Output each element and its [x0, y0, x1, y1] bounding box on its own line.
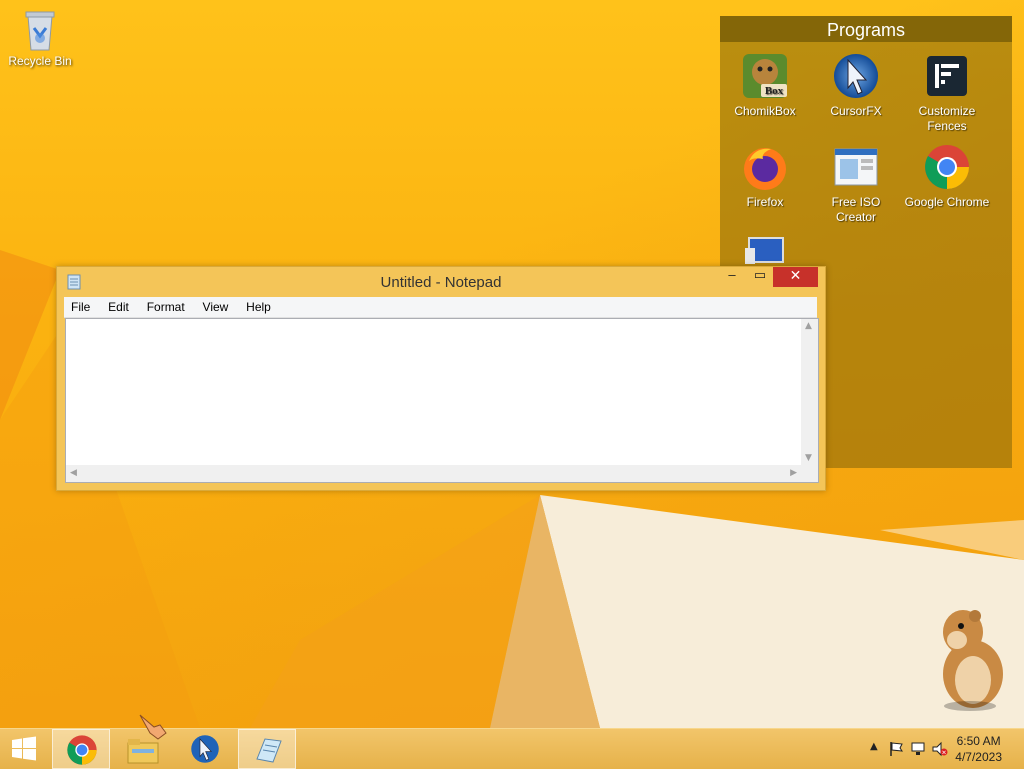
text-editor-area[interactable]: ▲ ▼ ◀ ▶	[65, 318, 819, 483]
minimize-button[interactable]: ‒	[719, 267, 745, 287]
vertical-scrollbar[interactable]: ▲ ▼	[801, 319, 818, 465]
fence-item-label: ChomikBox	[734, 104, 796, 118]
recycle-bin-icon	[20, 8, 60, 52]
desktop-icon-recycle-bin[interactable]: Recycle Bin	[0, 8, 80, 68]
svg-text:Box: Box	[765, 85, 784, 97]
fence-item-label: Google Chrome	[904, 195, 990, 209]
maximize-button[interactable]: ▭	[747, 267, 773, 287]
hand-cursor-icon	[139, 714, 167, 740]
fence-item-chomikbox[interactable]: Box ChomikBox	[721, 52, 809, 119]
fence-item-customize-fences[interactable]: Customize Fences	[903, 52, 991, 134]
taskbar-file-explorer[interactable]	[114, 714, 172, 769]
taskbar-cursorfx[interactable]	[176, 729, 234, 769]
fence-item-label: Customize Fences	[918, 104, 976, 133]
cursorfx-icon	[832, 52, 880, 100]
chomikbox-icon: Box	[741, 52, 789, 100]
svg-text:✕: ✕	[941, 750, 946, 757]
taskbar-notepad[interactable]	[238, 729, 296, 769]
windows-logo-icon	[12, 736, 36, 761]
clock-date: 4/7/2023	[955, 750, 1002, 764]
volume-muted-icon[interactable]: ✕	[932, 741, 948, 757]
notepad-icon	[256, 738, 282, 763]
fence-item-free-iso-creator[interactable]: Free ISO Creator	[812, 143, 900, 225]
free-iso-creator-icon	[832, 143, 880, 191]
fence-item-label: CursorFX	[830, 104, 882, 118]
close-button[interactable]: ✕	[773, 267, 818, 287]
menu-format[interactable]: Format	[140, 297, 192, 317]
menu-help[interactable]: Help	[239, 297, 278, 317]
menu-file[interactable]: File	[64, 297, 97, 317]
fence-item-google-chrome[interactable]: Google Chrome	[903, 143, 991, 210]
show-hidden-icons-chevron-icon[interactable]: ▲	[870, 741, 878, 752]
notepad-window[interactable]: Untitled - Notepad ‒ ▭ ✕ File Edit Forma…	[56, 266, 826, 491]
desktop: Recycle Bin Programs Box ChomikBox Curso…	[0, 0, 1024, 728]
fence-item-monitor[interactable]	[721, 234, 809, 268]
fences-icon	[923, 52, 971, 100]
network-icon[interactable]	[910, 741, 926, 757]
fence-item-cursorfx[interactable]: CursorFX	[812, 52, 900, 119]
menu-view[interactable]: View	[196, 297, 236, 317]
action-center-flag-icon[interactable]	[888, 741, 904, 757]
window-title: Untitled - Notepad	[380, 274, 502, 291]
system-tray: ▲ ✕ 6:50 AM 4/7/2023	[844, 729, 1024, 769]
fence-item-firefox[interactable]: Firefox	[721, 143, 809, 210]
monitor-icon	[741, 234, 789, 264]
clock-time: 6:50 AM	[956, 734, 1001, 748]
scroll-up-icon[interactable]: ▲	[805, 321, 812, 331]
menu-bar: File Edit Format View Help	[64, 297, 817, 318]
taskbar: ▲ ✕ 6:50 AM 4/7/2023	[0, 714, 1024, 769]
scroll-down-icon[interactable]: ▼	[805, 453, 812, 463]
firefox-icon	[741, 143, 789, 191]
chrome-icon	[923, 143, 971, 191]
horizontal-scrollbar[interactable]: ◀ ▶	[66, 465, 801, 482]
notepad-title-bar[interactable]: Untitled - Notepad ‒ ▭ ✕	[57, 267, 825, 297]
start-button[interactable]	[0, 729, 48, 769]
hamster-mascot	[943, 610, 1003, 711]
clock[interactable]: 6:50 AM 4/7/2023	[955, 733, 1002, 765]
fence-title: Programs	[720, 16, 1012, 42]
scroll-left-icon[interactable]: ◀	[70, 468, 77, 478]
resize-grip-icon[interactable]	[801, 465, 818, 482]
menu-edit[interactable]: Edit	[101, 297, 136, 317]
taskbar-chrome[interactable]	[52, 729, 110, 769]
desktop-icon-label: Recycle Bin	[8, 54, 72, 68]
fence-item-label: Firefox	[746, 195, 784, 209]
chrome-icon	[67, 735, 97, 765]
fence-item-label: Free ISO Creator	[831, 195, 881, 224]
scroll-right-icon[interactable]: ▶	[790, 468, 797, 478]
cursorfx-icon	[191, 735, 219, 763]
